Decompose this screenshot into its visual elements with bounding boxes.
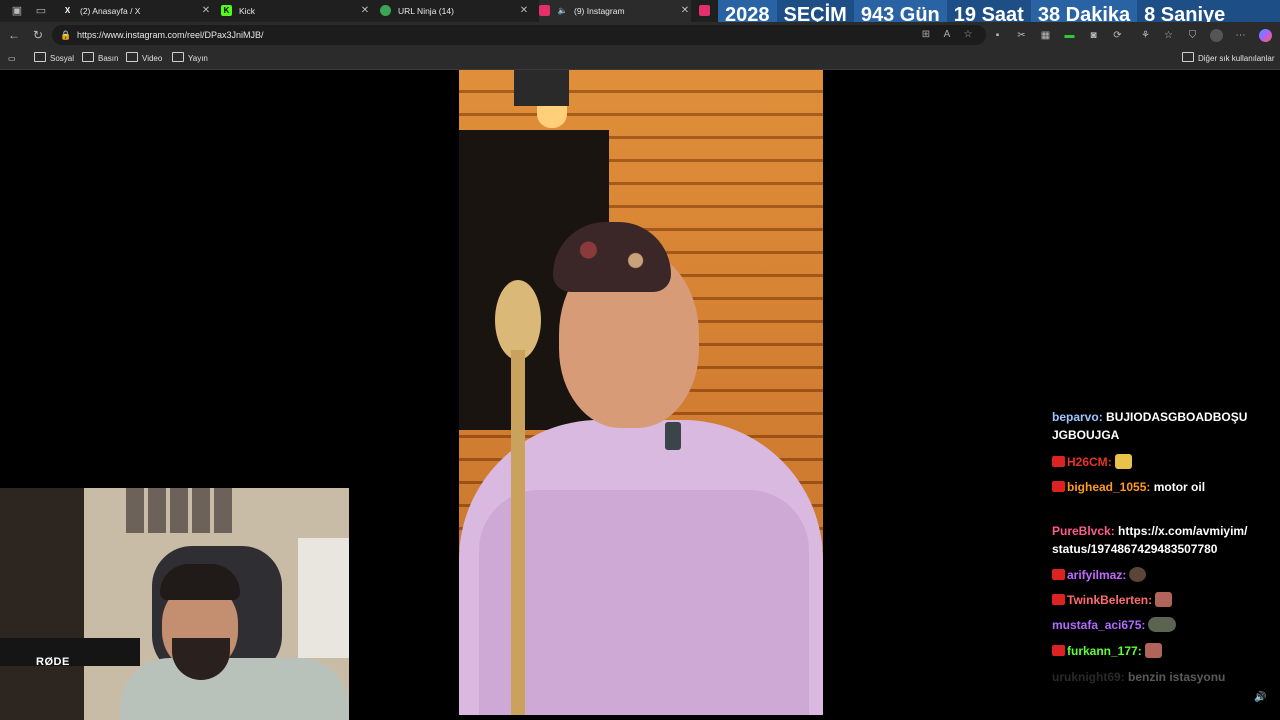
copilot-icon[interactable] bbox=[1259, 29, 1272, 42]
chat-username[interactable]: uruknight69 bbox=[1052, 670, 1121, 684]
chat-username[interactable]: TwinkBelerten bbox=[1067, 593, 1148, 607]
bookmark-folder-video[interactable]: Video bbox=[126, 48, 162, 69]
extension-icon[interactable]: ◙ bbox=[1087, 29, 1100, 42]
read-aloud-icon[interactable]: A bbox=[941, 29, 953, 41]
workspaces-icon[interactable]: ▣ bbox=[10, 4, 24, 18]
address-bar[interactable]: 🔒 https://www.instagram.com/reel/DPax3Jn… bbox=[52, 25, 986, 45]
tab-instagram-2[interactable] bbox=[699, 0, 715, 22]
chat-message: furkann_177: bbox=[1052, 642, 1274, 660]
folder-icon bbox=[34, 52, 46, 62]
face-emote-icon bbox=[1144, 643, 1162, 658]
folder-icon bbox=[126, 52, 138, 62]
chat-message: bighead_1055: motor oil bbox=[1052, 478, 1274, 496]
cane-handle bbox=[495, 280, 541, 360]
bookmark-folder-sosyal[interactable]: Sosyal bbox=[34, 48, 74, 69]
browser-essentials-icon[interactable]: ⛉ bbox=[1186, 29, 1199, 42]
url-text[interactable]: https://www.instagram.com/reel/DPax3JniM… bbox=[77, 25, 264, 45]
profile-avatar-icon[interactable] bbox=[1210, 29, 1223, 42]
chat-username[interactable]: PureBlvck bbox=[1052, 524, 1111, 538]
bookmark-folder-basin[interactable]: Basın bbox=[82, 48, 118, 69]
face-emote-icon bbox=[1129, 567, 1147, 582]
wall-photos bbox=[126, 488, 232, 533]
webcam-overlay bbox=[0, 488, 349, 720]
folder-icon bbox=[172, 52, 184, 62]
close-tab-icon[interactable]: ✕ bbox=[518, 0, 530, 22]
extension-icon[interactable]: ✂ bbox=[1015, 29, 1028, 42]
close-tab-icon[interactable]: ✕ bbox=[200, 0, 212, 22]
subscriber-badge-icon bbox=[1052, 456, 1065, 467]
more-menu-icon[interactable]: ⋯ bbox=[1234, 29, 1247, 42]
back-icon[interactable]: ← bbox=[7, 28, 21, 42]
chat-message: H26CM: bbox=[1052, 453, 1274, 471]
face-emote-icon bbox=[1155, 592, 1173, 607]
chat-message: uruknight69: benzin istasyonu bbox=[1052, 670, 1226, 684]
tab-instagram[interactable]: 🔈 (9) Instagram ✕ bbox=[539, 0, 691, 22]
cane bbox=[511, 350, 525, 715]
ceiling-lamp bbox=[514, 70, 569, 106]
chat-message: mustafa_aci675: bbox=[1052, 616, 1274, 634]
instagram-logo-icon bbox=[539, 5, 550, 16]
subscriber-badge-icon bbox=[1052, 594, 1065, 605]
chat-message: beparvo: BUJIODASGBOADBOŞU JGBOUJGA bbox=[1052, 410, 1248, 442]
chat-text: motor oil bbox=[1153, 480, 1206, 494]
streamer-headphones bbox=[160, 564, 240, 600]
tab-title: Kick bbox=[239, 6, 256, 16]
chat-username[interactable]: beparvo bbox=[1052, 410, 1099, 424]
folder-icon bbox=[1182, 52, 1194, 62]
extension-icon[interactable]: ▪ bbox=[991, 29, 1004, 42]
instagram-logo-icon bbox=[699, 5, 710, 16]
other-bookmarks[interactable]: Diğer sık kullanılanlar bbox=[1182, 48, 1274, 69]
streamer-shirt bbox=[120, 658, 349, 720]
subscriber-badge-icon bbox=[1052, 645, 1065, 656]
chat-username[interactable]: arifyilmaz bbox=[1067, 568, 1122, 582]
folder-icon bbox=[82, 52, 94, 62]
x-logo-icon: X bbox=[64, 6, 71, 15]
lock-icon[interactable]: 🔒 bbox=[60, 29, 72, 41]
subscriber-badge-icon bbox=[1052, 481, 1065, 492]
split-screen-icon[interactable]: ⚘ bbox=[1139, 29, 1152, 42]
reload-icon[interactable]: ↻ bbox=[31, 28, 45, 42]
extension-icon[interactable]: ▬ bbox=[1063, 29, 1076, 42]
chat-username[interactable]: furkann_177 bbox=[1067, 644, 1138, 658]
bookmarks-bar: ▭ Sosyal Basın Video Yayın Diğer sık kul… bbox=[0, 48, 1280, 70]
favorite-star-icon[interactable]: ☆ bbox=[962, 29, 974, 41]
tab-title: (9) Instagram bbox=[574, 6, 625, 16]
chat-message: PureBlvck: https://x.com/avmiyim/ status… bbox=[1052, 524, 1248, 556]
bookmark-folder-yayin[interactable]: Yayın bbox=[172, 48, 208, 69]
tab-url-ninja[interactable]: URL Ninja (14) ✕ bbox=[380, 0, 530, 22]
chat-text: benzin istasyonu bbox=[1128, 670, 1226, 684]
chat-username[interactable]: mustafa_aci675 bbox=[1052, 618, 1141, 632]
subscriber-badge-icon bbox=[1052, 569, 1065, 580]
extension-icon[interactable]: ⟳ bbox=[1111, 29, 1124, 42]
tab-title: URL Ninja (14) bbox=[398, 6, 454, 16]
tab-panel-icon[interactable]: ▭ bbox=[8, 48, 16, 69]
chat-message: TwinkBelerten: bbox=[1052, 591, 1274, 609]
extension-icon[interactable]: ▦ bbox=[1039, 29, 1052, 42]
speaker-icon[interactable]: 🔈 bbox=[557, 5, 568, 16]
chat-username[interactable]: H26CM bbox=[1067, 455, 1108, 469]
dark-area bbox=[0, 488, 84, 720]
lapel-mic bbox=[665, 422, 681, 450]
mic-arm bbox=[0, 638, 140, 666]
tab-kick[interactable]: K Kick ✕ bbox=[221, 0, 371, 22]
chat-message: arifyilmaz: bbox=[1052, 566, 1274, 584]
app-available-icon[interactable]: ⊞ bbox=[920, 29, 932, 41]
tab-actions-icon[interactable]: ▭ bbox=[34, 4, 48, 18]
volume-icon[interactable]: 🔊 bbox=[1254, 692, 1266, 704]
laugh-emote-icon bbox=[1114, 454, 1132, 469]
favorites-icon[interactable]: ☆ bbox=[1162, 29, 1175, 42]
person-torso bbox=[479, 490, 809, 715]
reel-video[interactable] bbox=[459, 70, 823, 715]
close-tab-icon[interactable]: ✕ bbox=[359, 0, 371, 22]
kick-logo-icon: K bbox=[221, 5, 232, 16]
white-board bbox=[298, 538, 349, 658]
ninja-logo-icon bbox=[380, 5, 391, 16]
chat-username[interactable]: bighead_1055 bbox=[1067, 480, 1146, 494]
close-tab-icon[interactable]: ✕ bbox=[679, 0, 691, 22]
car-emote-icon bbox=[1148, 617, 1177, 632]
mic-brand-label: RØDE bbox=[36, 656, 70, 668]
tab-title: (2) Anasayfa / X bbox=[80, 6, 141, 16]
tab-x[interactable]: X (2) Anasayfa / X ✕ bbox=[62, 0, 212, 22]
